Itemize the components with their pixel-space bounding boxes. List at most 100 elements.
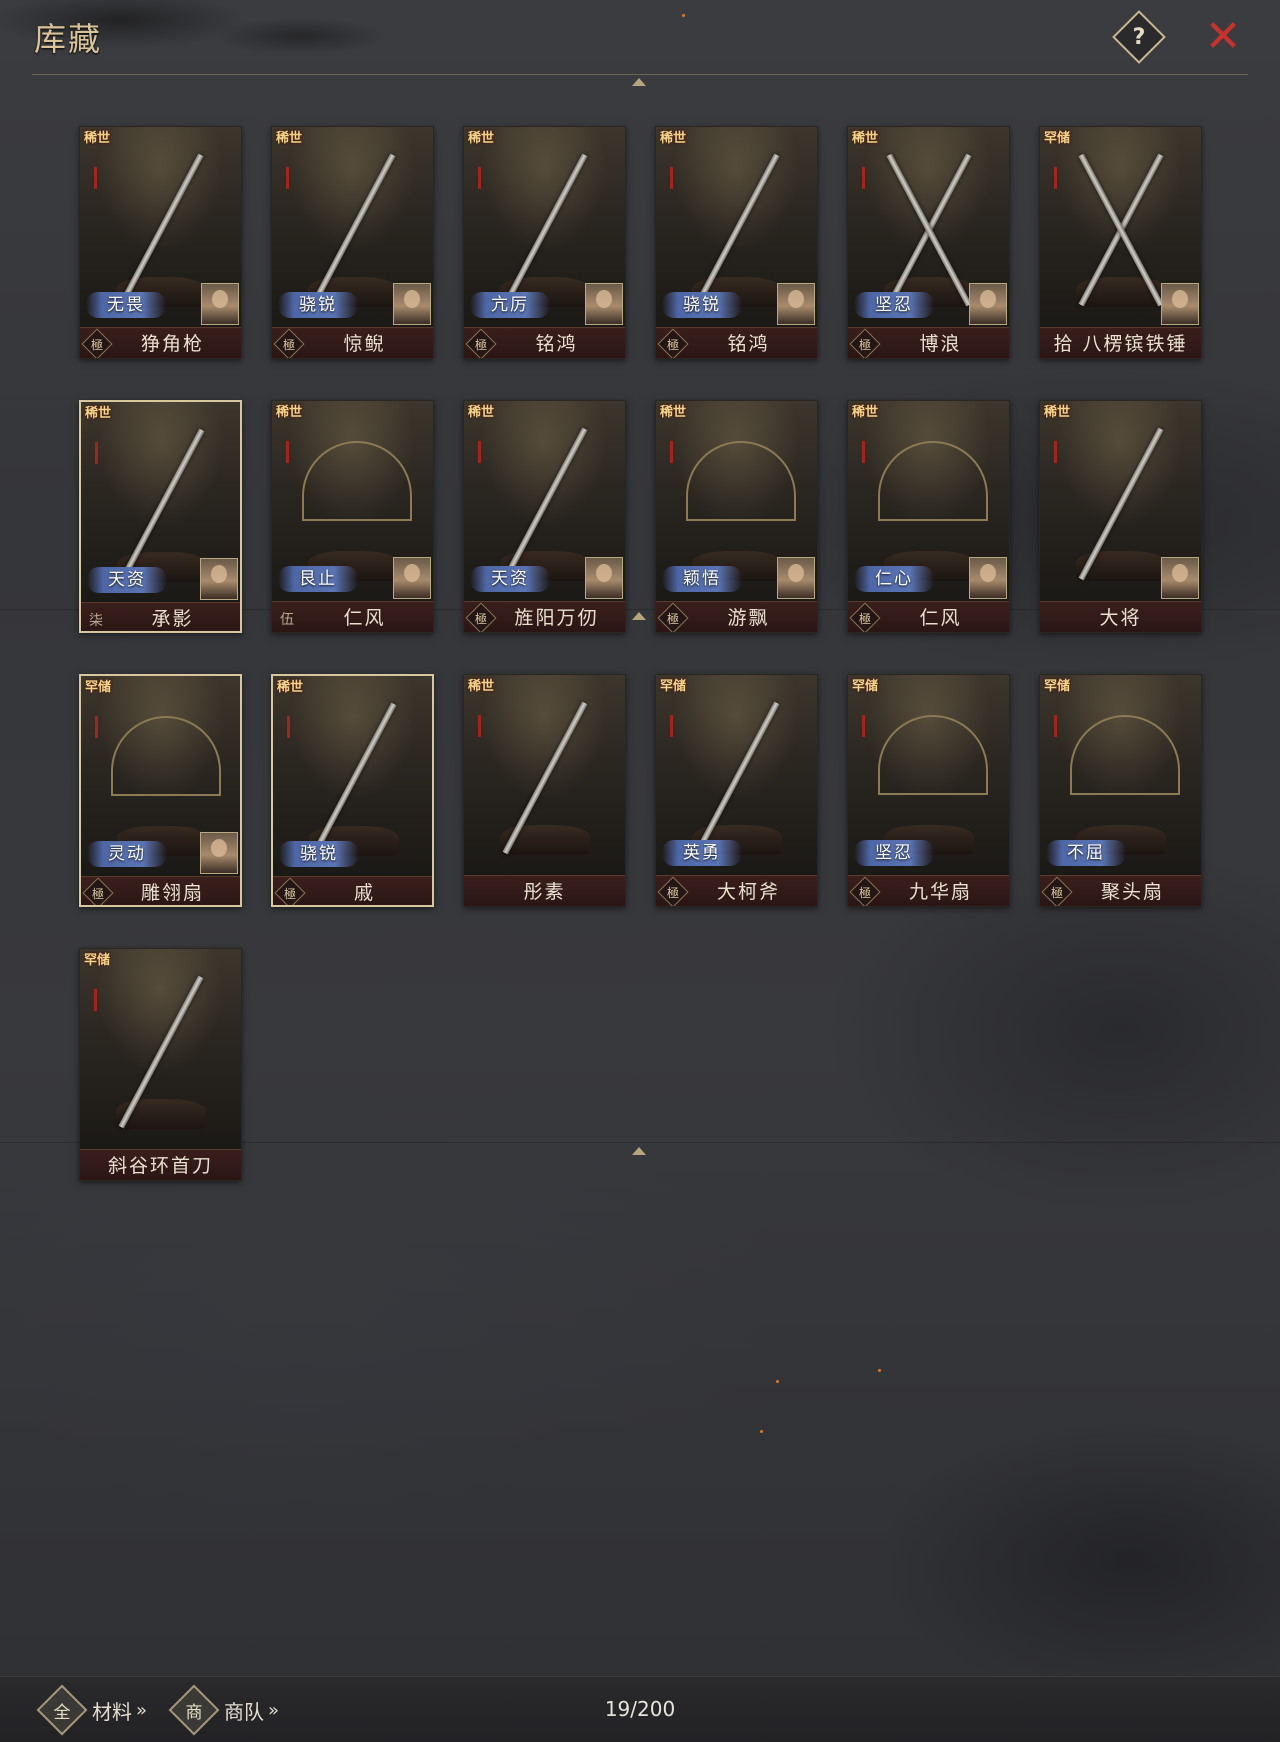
item-name: 铭鸿 [535,333,578,355]
item-name-bar: 極 旌阳万仞 [464,601,625,632]
item-name-bar: 極 博浪 [848,327,1009,358]
grade-label: 極 [474,611,487,626]
tassel-decoration [478,167,481,189]
ember-decoration [760,1430,763,1433]
scroll-up-arrow-icon[interactable] [632,78,646,86]
item-card[interactable]: 罕储 不屈極 聚头扇 [1039,674,1202,907]
item-card[interactable]: 稀世 亢厉極 铭鸿 [463,126,626,359]
fan-shape [878,441,988,521]
tassel-decoration [95,442,98,464]
trait-tag: 无畏 [86,292,166,318]
rarity-badge: 稀世 [852,405,879,420]
rarity-badge: 罕储 [660,679,687,694]
rarity-badge: 稀世 [276,131,303,146]
item-name: 游飘 [727,607,770,629]
item-card[interactable]: 稀世 大将 [1039,400,1202,633]
item-name-bar: 極 游飘 [656,601,817,632]
rarity-badge: 罕储 [84,953,111,968]
tassel-decoration [478,441,481,463]
item-name: 铭鸿 [727,333,770,355]
tassel-decoration [862,167,865,189]
item-card[interactable]: 稀世 颖悟極 游飘 [655,400,818,633]
rarity-badge: 稀世 [84,131,111,146]
item-card[interactable]: 稀世 彤素 [463,674,626,907]
rarity-badge: 稀世 [85,406,112,421]
tassel-decoration [1054,441,1057,463]
trait-tag: 骁锐 [662,292,742,318]
chevron-right-icon: » [268,1699,280,1721]
item-name-bar: 極 大柯斧 [656,875,817,906]
owner-portrait [585,283,623,325]
page-title: 库藏 [34,20,103,58]
item-name-bar: 柒 承影 [81,602,240,631]
help-icon: ? [1132,24,1146,50]
materials-button[interactable]: 全 材料 » [36,1684,148,1736]
owner-portrait [777,557,815,599]
item-name: 拾 八楞镔铁锤 [1053,333,1188,355]
item-card[interactable]: 稀世无畏極 狰角枪 [79,126,242,359]
grade-label: 極 [666,611,679,626]
grade-label: 極 [90,337,103,352]
item-name: 仁风 [343,607,386,629]
caravan-button[interactable]: 商 商队 » [168,1684,280,1736]
item-name-bar: 極 九华扇 [848,875,1009,906]
trait-tag: 骁锐 [278,292,358,318]
item-card[interactable]: 罕储英勇極 大柯斧 [655,674,818,907]
tassel-decoration [287,716,290,738]
trait-tag: 英勇 [662,840,742,866]
item-name: 博浪 [919,333,962,355]
tassel-decoration [286,441,289,463]
owner-portrait [969,283,1007,325]
item-card[interactable]: 罕储拾 八楞镔铁锤 [1039,126,1202,359]
grade-label: 伍 [280,612,294,628]
fan-shape [686,441,796,521]
item-card[interactable]: 稀世 天资極 旌阳万仞 [463,400,626,633]
grade-label: 極 [1050,885,1063,900]
rarity-badge: 罕储 [85,680,112,695]
item-card[interactable]: 稀世 骁锐極 惊鲵 [271,126,434,359]
header: 库藏 ? ✕ [0,0,1280,76]
item-name: 斜谷环首刀 [107,1155,213,1177]
item-card[interactable]: 罕储 坚忍極 九华扇 [847,674,1010,907]
item-card[interactable]: 罕储斜谷环首刀 [79,948,242,1181]
trait-tag: 骁锐 [279,841,359,867]
item-name-bar: 極 狰角枪 [80,327,241,358]
grade-label: 柒 [89,613,103,629]
chevron-right-icon: » [136,1699,148,1721]
item-card[interactable]: 稀世 骁锐極戚 [271,674,434,907]
tassel-decoration [1054,715,1057,737]
item-name: 旌阳万仞 [514,607,599,629]
item-card[interactable]: 稀世 坚忍極 博浪 [847,126,1010,359]
owner-portrait [393,557,431,599]
grade-label: 極 [282,337,295,352]
item-card[interactable]: 稀世 仁心極 仁风 [847,400,1010,633]
item-name: 承影 [151,608,194,630]
item-card[interactable]: 罕储 灵动極 雕翎扇 [79,674,242,907]
item-card[interactable]: 稀世 骁锐極 铭鸿 [655,126,818,359]
tassel-decoration [862,715,865,737]
trait-tag: 坚忍 [854,840,934,866]
item-name: 大将 [1099,607,1142,629]
scroll-up-arrow-icon[interactable] [632,612,646,620]
item-name: 戚 [353,882,375,904]
fan-shape [878,715,988,795]
help-button[interactable]: ? [1112,10,1166,64]
materials-icon: 全 [36,1684,88,1736]
tassel-decoration [478,715,481,737]
item-name-bar: 極 铭鸿 [464,327,625,358]
item-card[interactable]: 稀世 天资柒 承影 [79,400,242,633]
rarity-badge: 稀世 [660,405,687,420]
trait-tag: 仁心 [854,566,934,592]
owner-portrait [200,558,238,600]
tassel-decoration [670,715,673,737]
ember-decoration [682,14,685,17]
item-name-bar: 極 聚头扇 [1040,875,1201,906]
item-name: 聚头扇 [1100,881,1164,903]
trait-tag: 艮止 [278,566,358,592]
item-card[interactable]: 稀世 艮止伍 仁风 [271,400,434,633]
scroll-up-arrow-icon[interactable] [632,1147,646,1155]
item-name-bar: 極 铭鸿 [656,327,817,358]
bottom-bar: 全 材料 » 商 商队 » 19/200 [0,1676,1280,1742]
close-button[interactable]: ✕ [1200,14,1246,60]
item-name-bar: 極戚 [273,876,432,905]
